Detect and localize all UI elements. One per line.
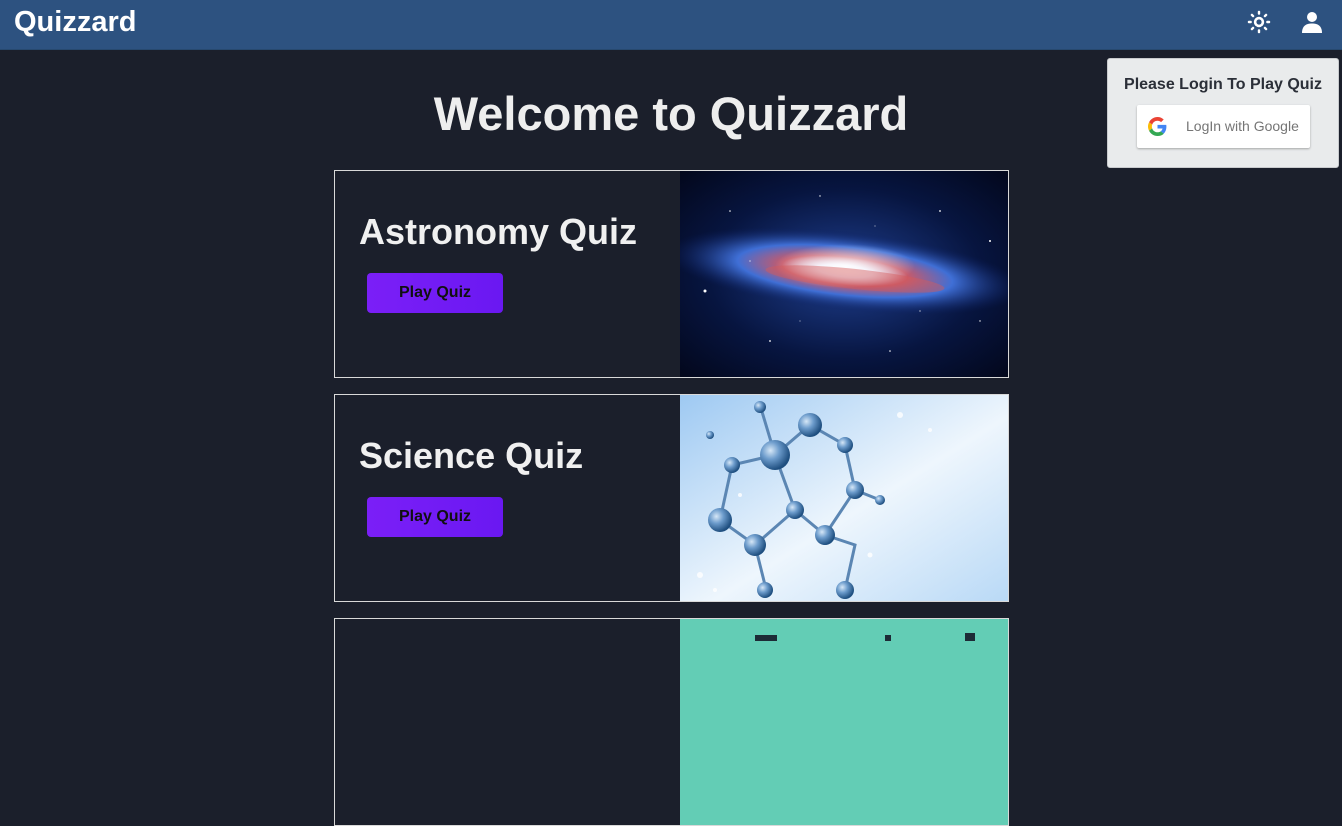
theme-toggle-button[interactable]: [1246, 9, 1272, 35]
user-icon: [1302, 12, 1322, 33]
quiz-card-science: Science Quiz Play Quiz: [334, 394, 1009, 602]
page-title: Welcome to Quizzard: [433, 87, 909, 140]
quiz-title: Science Quiz: [359, 435, 584, 476]
user-account-button[interactable]: [1299, 9, 1325, 35]
molecules-image: [680, 395, 1008, 601]
play-quiz-button[interactable]: Play Quiz: [367, 497, 503, 537]
quiz-card-astronomy: Astronomy Quiz Play Quiz: [334, 170, 1009, 378]
sun-icon: [1247, 10, 1271, 34]
play-quiz-button[interactable]: Play Quiz: [367, 273, 503, 313]
brand-logo[interactable]: Quizzard: [14, 6, 136, 38]
top-navbar: Quizzard: [0, 0, 1342, 50]
quiz-title: Astronomy Quiz: [359, 211, 638, 252]
quiz-card-third: [334, 618, 1009, 826]
teal-image: [680, 619, 1008, 825]
galaxy-image: [680, 171, 1008, 377]
